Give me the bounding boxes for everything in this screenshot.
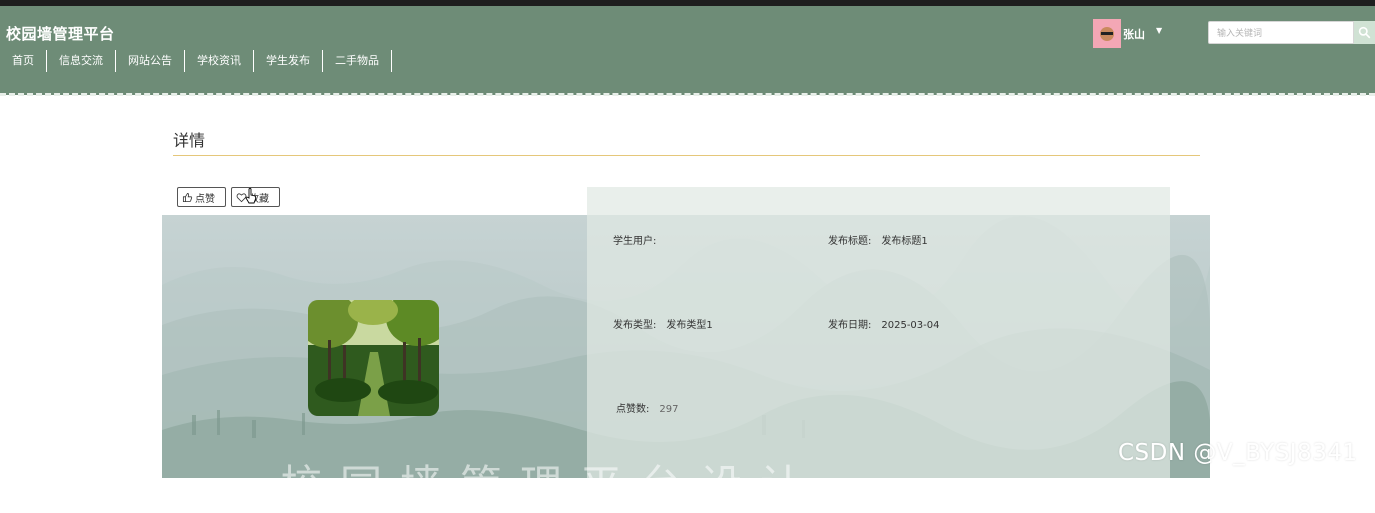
faded-background-text: 校园墙管理平台设计	[280, 461, 821, 510]
site-title: 校园墙管理平台	[6, 25, 115, 43]
nav-item-announcements[interactable]: 网站公告	[116, 50, 185, 72]
header-divider	[0, 93, 1375, 96]
pointer-cursor-icon	[245, 188, 257, 204]
field-like-count: 点赞数: 297	[616, 400, 678, 415]
title-divider	[173, 155, 1200, 156]
tree-lined-path-image	[308, 300, 439, 416]
thumbs-up-icon	[182, 192, 193, 202]
page-title: 详情	[173, 131, 206, 150]
field-publish-date: 发布日期: 2025-03-04	[828, 316, 940, 331]
field-value: 2025-03-04	[881, 320, 940, 331]
search-input[interactable]	[1208, 21, 1354, 44]
avatar[interactable]	[1093, 19, 1121, 48]
field-student-user: 学生用户:	[613, 232, 666, 247]
field-publish-type: 发布类型: 发布类型1	[613, 316, 713, 331]
search-icon	[1358, 26, 1371, 39]
field-value: 发布类型1	[666, 320, 713, 331]
nav-item-school-news[interactable]: 学校资讯	[185, 50, 254, 72]
field-label: 学生用户:	[613, 236, 657, 247]
post-image	[308, 300, 439, 416]
site-header: 校园墙管理平台 首页 信息交流 网站公告 学校资讯 学生发布 二手物品 张山 ▼	[0, 6, 1375, 95]
chevron-down-icon[interactable]: ▼	[1156, 26, 1162, 35]
username[interactable]: 张山	[1123, 26, 1145, 42]
like-button[interactable]: 点赞	[177, 187, 226, 207]
field-label: 发布日期:	[828, 320, 872, 331]
detail-info-panel	[587, 187, 1170, 478]
field-label: 发布标题:	[828, 236, 872, 247]
field-value: 297	[659, 404, 679, 415]
field-label: 发布类型:	[613, 320, 657, 331]
field-value: 发布标题1	[881, 236, 928, 247]
nav-item-info-exchange[interactable]: 信息交流	[47, 50, 116, 72]
search-button[interactable]	[1354, 21, 1375, 44]
csdn-watermark: CSDN @V_BYSJ8341	[1118, 440, 1358, 466]
user-avatar-icon	[1100, 26, 1114, 41]
nav-item-second-hand[interactable]: 二手物品	[323, 50, 392, 72]
nav-item-home[interactable]: 首页	[0, 50, 47, 72]
field-publish-title: 发布标题: 发布标题1	[828, 232, 928, 247]
nav-item-student-posts[interactable]: 学生发布	[254, 50, 323, 72]
field-label: 点赞数:	[616, 404, 650, 415]
like-button-label: 点赞	[195, 193, 215, 205]
main-nav: 首页 信息交流 网站公告 学校资讯 学生发布 二手物品	[0, 50, 392, 72]
